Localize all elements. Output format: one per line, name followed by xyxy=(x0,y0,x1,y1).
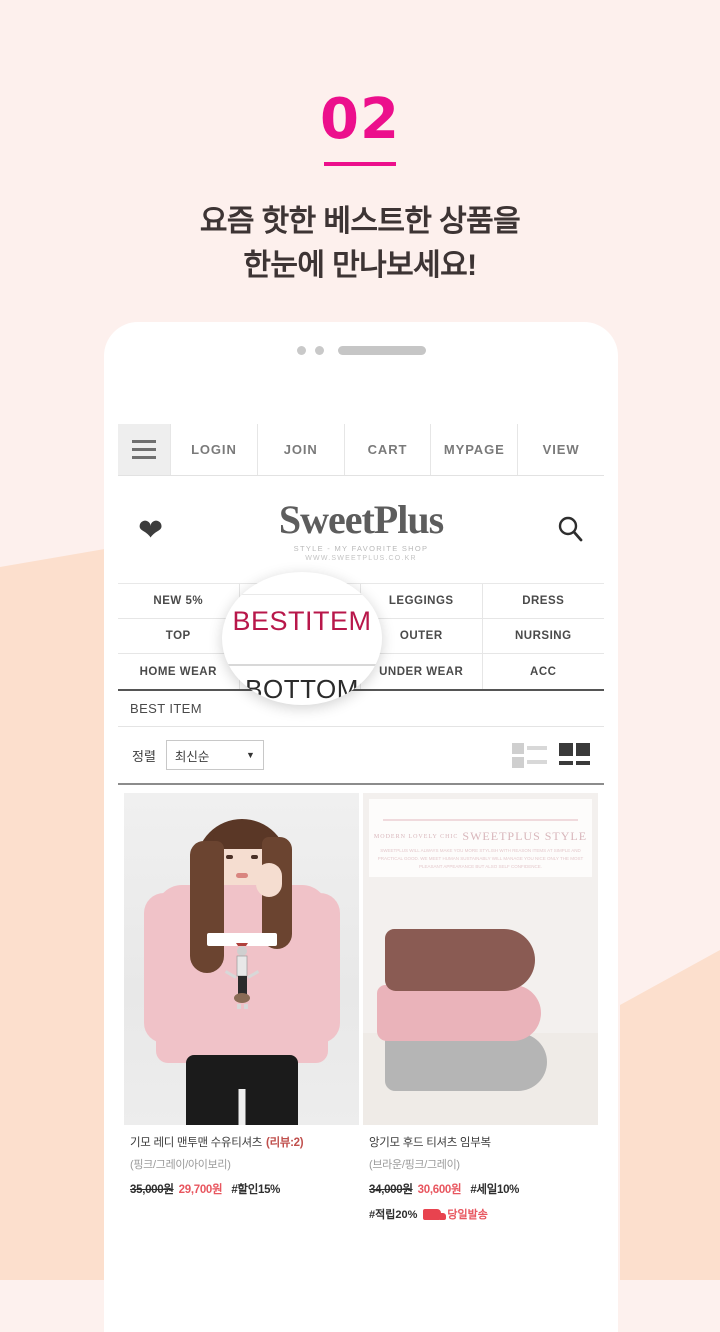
list-view-icon[interactable] xyxy=(512,742,547,768)
magnifier-divider-top xyxy=(222,594,382,595)
style-banner-subtext: SWEETPLUS WILL ALWAYS MAKE YOU MORE STYL… xyxy=(377,848,584,870)
brand-tagline: STYLE - MY FAVORITE SHOP xyxy=(293,544,429,553)
model-leg-gap xyxy=(238,1089,245,1125)
sort-bar: 정렬 최신순 ▼ xyxy=(118,727,604,785)
style-banner-main: SWEETPLUS STYLE xyxy=(462,829,588,843)
product-name: 기모 레디 맨투맨 수유티셔츠 (리뷰:2) xyxy=(130,1135,355,1151)
product-points-badge: #적립20% xyxy=(369,1209,418,1222)
brand-url: WWW.SWEETPLUS.CO.KR xyxy=(305,555,417,562)
product-discount-tag: #할인15% xyxy=(231,1184,281,1197)
phone-sensor-dot xyxy=(296,345,306,355)
headline-line-1: 요즘 핫한 베스트한 상품을 xyxy=(199,205,521,238)
product-price-row: 35,000원 29,700원 #할인15% xyxy=(130,1181,355,1197)
model-eye xyxy=(250,855,258,859)
product-name-text: 기모 레디 맨투맨 수유티셔츠 xyxy=(130,1137,263,1149)
style-banner-prefix: MODERN LOVELY CHIC xyxy=(373,834,459,840)
top-navigation-bar: LOGIN JOIN CART MYPAGE VIEW xyxy=(118,424,604,476)
product-card[interactable]: MODERN LOVELY CHIC SWEETPLUS STYLE SWEETP… xyxy=(363,793,598,1223)
product-grid: 기모 레디 맨투맨 수유티셔츠 (리뷰:2) (핑크/그레이/아이보리) 35,0… xyxy=(118,785,604,1223)
phone-mockup: LOGIN JOIN CART MYPAGE VIEW ❤ SweetPlus … xyxy=(104,322,618,1332)
style-banner-title: MODERN LOVELY CHIC SWEETPLUS STYLE xyxy=(369,829,592,844)
phone-camera-dot xyxy=(314,345,324,355)
category-nursing[interactable]: NURSING xyxy=(482,619,604,654)
style-banner: MODERN LOVELY CHIC SWEETPLUS STYLE SWEETP… xyxy=(369,799,592,877)
brand-block: SweetPlus STYLE - MY FAVORITE SHOP WWW.S… xyxy=(118,497,604,563)
product-discount-tag: #세일10% xyxy=(470,1184,520,1197)
product-badge-row: #적립20% 당일발송 xyxy=(369,1206,594,1222)
product-colors: (브라운/핑크/그레이) xyxy=(369,1159,460,1172)
style-banner-line xyxy=(383,819,578,821)
nav-item-view[interactable]: VIEW xyxy=(517,424,604,475)
product-original-price: 34,000원 xyxy=(369,1184,413,1197)
background-wedge-right xyxy=(620,950,720,1280)
product-shipping-badge: 당일발송 xyxy=(447,1209,488,1222)
brand-header: ❤ SweetPlus STYLE - MY FAVORITE SHOP WWW… xyxy=(118,476,604,584)
list-view-block xyxy=(512,742,524,754)
phone-speaker-grille xyxy=(337,345,426,355)
product-original-price: 35,000원 xyxy=(130,1184,174,1197)
product-image-model[interactable] xyxy=(124,793,359,1125)
phone-top-bar xyxy=(104,322,618,378)
brand-name: SweetPlus xyxy=(278,497,444,542)
folded-sweater-gray xyxy=(385,1033,547,1091)
headline-line-2: 한눈에 만나보세요! xyxy=(243,248,477,282)
grid-view-block xyxy=(576,743,590,756)
product-name: 앙기모 후드 티셔츠 임부복 xyxy=(369,1135,594,1151)
view-toggle xyxy=(512,742,590,768)
folded-sweater-brown xyxy=(385,929,535,991)
product-card[interactable]: 기모 레디 맨투맨 수유티셔츠 (리뷰:2) (핑크/그레이/아이보리) 35,0… xyxy=(124,793,359,1223)
headline-text: 요즘 핫한 베스트한 상품을 한눈에 만나보세요! xyxy=(0,200,720,287)
magnifier-divider-bottom xyxy=(222,664,382,666)
product-sale-price: 29,700원 xyxy=(178,1184,223,1197)
grid-view-icon[interactable] xyxy=(559,743,590,767)
product-info: 기모 레디 맨투맨 수유티셔츠 (리뷰:2) (핑크/그레이/아이보리) 35,0… xyxy=(124,1125,359,1197)
nav-item-cart[interactable]: CART xyxy=(343,424,431,475)
product-info: 앙기모 후드 티셔츠 임부복 (브라운/핑크/그레이) 34,000원 30,6… xyxy=(363,1125,598,1222)
magnifier-bottom-label: BOTTOM xyxy=(245,674,359,704)
model-lips xyxy=(235,873,248,878)
hamburger-bar xyxy=(132,456,156,459)
hamburger-bar xyxy=(132,448,156,451)
magnifier-overlay: BESTITEM BOTTOM xyxy=(222,572,382,705)
model-hand xyxy=(255,863,282,897)
list-view-line xyxy=(527,760,547,764)
list-view-line xyxy=(527,746,547,750)
folded-sweater-pink xyxy=(377,985,541,1041)
sort-label: 정렬 xyxy=(132,748,156,764)
category-acc[interactable]: ACC xyxy=(483,654,605,689)
sort-select[interactable]: 최신순 ▼ xyxy=(165,740,264,770)
sort-selected-value: 최신순 xyxy=(174,749,210,764)
hamburger-icon[interactable] xyxy=(118,424,170,475)
magnifier-best-item-label: BESTITEM xyxy=(232,606,372,636)
product-review-count: (리뷰:2) xyxy=(266,1137,304,1149)
product-price-row: 34,000원 30,600원 #세일10% xyxy=(369,1181,594,1197)
step-number: 02 xyxy=(320,87,400,152)
model-eye xyxy=(225,855,233,859)
nav-item-join[interactable]: JOIN xyxy=(256,424,344,475)
step-underline xyxy=(324,162,396,166)
list-view-block xyxy=(512,756,524,768)
product-colors: (핑크/그레이/아이보리) xyxy=(130,1159,231,1172)
product-sale-price: 30,600원 xyxy=(417,1184,462,1197)
grid-view-block xyxy=(559,743,573,756)
nav-item-login[interactable]: LOGIN xyxy=(170,424,257,475)
category-dress[interactable]: DRESS xyxy=(482,584,604,619)
nav-item-mypage[interactable]: MYPAGE xyxy=(430,424,517,475)
phone-screen: LOGIN JOIN CART MYPAGE VIEW ❤ SweetPlus … xyxy=(118,424,604,1332)
product-name-text: 앙기모 후드 티셔츠 임부복 xyxy=(369,1137,491,1149)
headline-block: 02 요즘 핫한 베스트한 상품을 한눈에 만나보세요! xyxy=(0,0,720,287)
hamburger-bar xyxy=(132,440,156,443)
sweatshirt-print-graphic xyxy=(214,943,270,1009)
truck-icon xyxy=(423,1208,447,1220)
grid-view-line xyxy=(576,761,590,765)
product-image-stack[interactable]: MODERN LOVELY CHIC SWEETPLUS STYLE SWEETP… xyxy=(363,793,598,1125)
chevron-down-icon: ▼ xyxy=(246,750,255,760)
grid-view-line xyxy=(559,761,573,765)
